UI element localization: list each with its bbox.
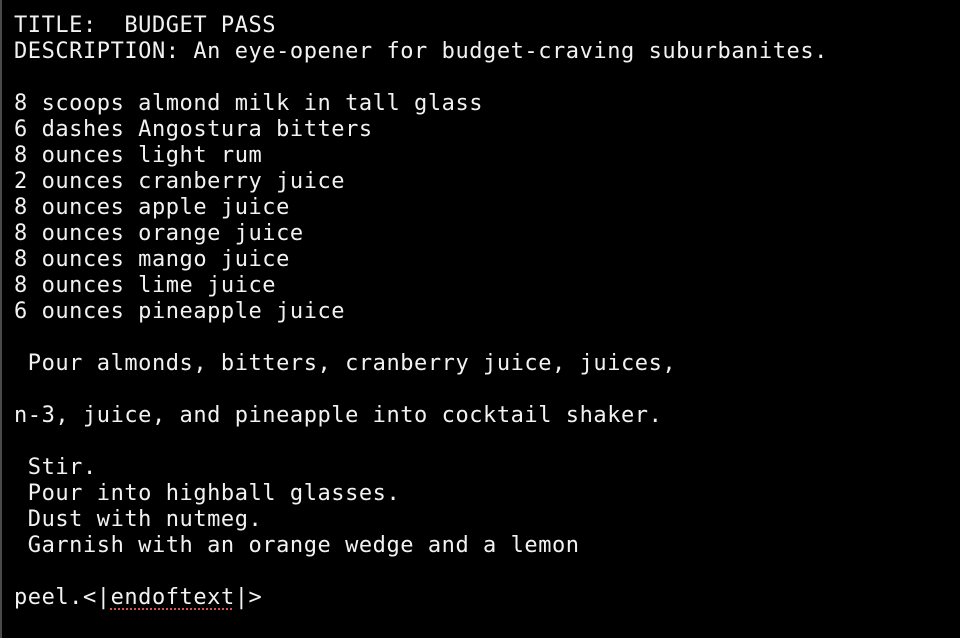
spellcheck-flagged-word[interactable]: endoftext [111, 585, 235, 610]
terminal-line-instruction: Dust with nutmeg. [14, 507, 263, 532]
terminal-line-title: TITLE: BUDGET PASS [14, 13, 277, 38]
terminal-line-ingredient: 2 ounces cranberry juice [14, 169, 346, 194]
terminal-line-last: peel.<|endoftext|> [14, 585, 262, 611]
terminal-line-ingredient: 6 ounces pineapple juice [14, 299, 346, 324]
terminal-line-instruction: Garnish with an orange wedge and a lemon [14, 533, 580, 558]
terminal-line-ingredient: 8 ounces apple juice [14, 195, 290, 220]
terminal-line-description: DESCRIPTION: An eye-opener for budget-cr… [14, 39, 828, 64]
terminal-line-instruction: Stir. [14, 455, 97, 480]
terminal-line-instruction: Pour almonds, bitters, cranberry juice, … [14, 351, 677, 376]
terminal-window[interactable]: TITLE: BUDGET PASS DESCRIPTION: An eye-o… [0, 0, 960, 638]
terminal-line-instruction: n-3, juice, and pineapple into cocktail … [14, 403, 663, 428]
terminal-line-ingredient: 6 dashes Angostura bitters [14, 117, 373, 142]
terminal-line-ingredient: 8 ounces light rum [14, 143, 263, 168]
terminal-line-ingredient: 8 scoops almond milk in tall glass [14, 91, 484, 116]
terminal-line-ingredient: 8 ounces mango juice [14, 247, 290, 272]
last-line-prefix: peel.<| [14, 585, 111, 610]
terminal-line-ingredient: 8 ounces lime juice [14, 273, 277, 298]
last-line-suffix: |> [234, 585, 263, 610]
terminal-line-ingredient: 8 ounces orange juice [14, 221, 304, 246]
terminal-line-instruction: Pour into highball glasses. [14, 481, 401, 506]
